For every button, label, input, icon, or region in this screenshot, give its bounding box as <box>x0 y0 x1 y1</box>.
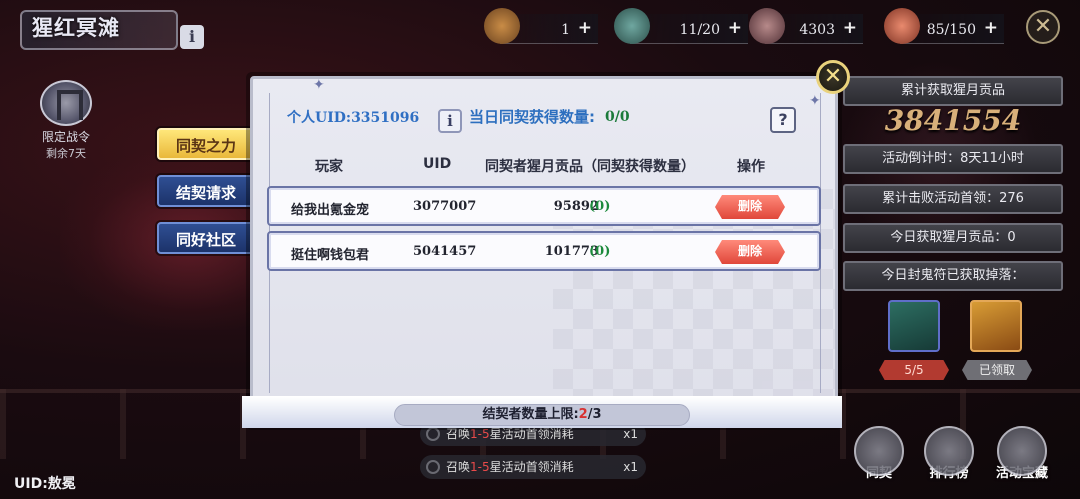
row-uid: 5041457 <box>413 244 477 259</box>
trophy-icon <box>924 426 974 476</box>
resource-ticket: 1 + <box>484 8 598 44</box>
row-uid: 3077007 <box>413 199 477 214</box>
meat-icon <box>884 8 920 44</box>
star-icon: ✦ <box>313 77 325 93</box>
resource-meat-value: 85/150 <box>926 22 976 38</box>
row-gained: (0) <box>589 199 611 214</box>
page-close-button[interactable]: ✕ <box>1026 10 1060 44</box>
star-icon: ✦ <box>809 93 821 109</box>
tribute-icon <box>749 8 785 44</box>
today-drop-label: 今日封鬼符已获取掉落： <box>843 261 1063 291</box>
resource-tribute: 4303 + <box>749 8 863 44</box>
contract-limit-label: 结契者数量上限: <box>482 407 579 422</box>
talisman-reward-count: 5/5 <box>879 360 949 380</box>
daily-count-label: 当日同契获得数量: <box>469 108 595 126</box>
contract-dialog: ✦ ✦ 个人UID:3351096 i 当日同契获得数量: 0/0 ? 玩家 U… <box>250 76 838 426</box>
resource-tribute-value: 4303 <box>799 22 835 38</box>
task-multiplier: x1 <box>623 460 638 474</box>
task-row[interactable]: 召唤1-5星活动首领消耗 x1 <box>420 455 646 479</box>
task-suffix: 星活动首领消耗 <box>489 460 574 474</box>
total-tribute-value: 3841554 <box>884 104 1022 137</box>
contract-limit: 结契者数量上限:2/3 <box>394 404 690 426</box>
contract-button[interactable]: 同契 <box>851 426 907 481</box>
tab-contract-power[interactable]: 同契之力 <box>157 128 255 160</box>
treasure-button[interactable]: 活动宝藏 <box>994 426 1050 481</box>
talisman-reward-icon[interactable] <box>888 300 940 352</box>
battle-pass-icon <box>40 80 92 126</box>
column-player: 玩家 <box>315 159 343 175</box>
task-highlight: 1-5 <box>470 460 490 474</box>
dialog-footer: 结契者数量上限:2/3 <box>242 396 842 428</box>
gold-talisman-reward-icon[interactable] <box>970 300 1022 352</box>
resource-tribute-add-button[interactable]: + <box>843 18 857 38</box>
help-button[interactable]: ? <box>770 107 796 133</box>
player-uid: UID:敖冕 <box>14 476 76 492</box>
delete-button[interactable]: 删除 <box>715 195 785 219</box>
gold-reward-claimed: 已领取 <box>962 360 1032 380</box>
tab-community[interactable]: 同好社区 <box>157 222 255 254</box>
contract-limit-current: 2 <box>578 407 588 422</box>
resource-stamina: 11/20 + <box>614 8 748 44</box>
boss-defeat-count: 累计击败活动首领：276 <box>843 184 1063 214</box>
resource-stamina-add-button[interactable]: + <box>728 18 742 38</box>
contract-icon <box>854 426 904 476</box>
total-tribute-label: 累计获取猩月贡品 <box>843 76 1063 106</box>
resource-meat: 85/150 + <box>884 8 1004 44</box>
event-countdown: 活动倒计时：8天11小时 <box>843 144 1063 174</box>
resource-ticket-add-button[interactable]: + <box>578 18 592 38</box>
daily-count-value: 0/0 <box>605 109 630 125</box>
dialog-close-button[interactable]: ✕ <box>816 60 850 94</box>
table-row: 挺住啊钱包君 5041457 101773 (0) 删除 <box>267 231 821 271</box>
row-player-name: 给我出氪金宠 <box>291 203 370 218</box>
battle-pass-label: 限定战令 <box>41 130 90 144</box>
today-tribute: 今日获取猩月贡品：0 <box>843 223 1063 253</box>
daily-info-button[interactable]: i <box>438 109 462 133</box>
stamina-icon <box>614 8 650 44</box>
ranking-button[interactable]: 排行榜 <box>921 426 977 481</box>
tab-contract-request[interactable]: 结契请求 <box>157 175 255 207</box>
column-count: 同契者猩月贡品（同契获得数量） <box>485 159 695 175</box>
row-gained: (0) <box>589 244 611 259</box>
contract-limit-max: /3 <box>587 407 602 422</box>
resource-ticket-value: 1 <box>561 22 570 38</box>
row-player-name: 挺住啊钱包君 <box>291 248 370 263</box>
resource-meat-add-button[interactable]: + <box>984 18 998 38</box>
task-prefix: 召唤 <box>446 460 471 474</box>
event-info-button[interactable]: i <box>180 25 204 49</box>
resource-stamina-value: 11/20 <box>679 22 720 38</box>
ticket-icon <box>484 8 520 44</box>
table-row: 给我出氪金宠 3077007 95892 (0) 删除 <box>267 186 821 226</box>
column-action: 操作 <box>737 159 765 175</box>
task-check-icon <box>426 460 440 474</box>
column-uid: UID <box>423 156 452 172</box>
battle-pass-remaining: 剩余7天 <box>46 147 86 160</box>
delete-button[interactable]: 删除 <box>715 240 785 264</box>
treasure-icon <box>997 426 1047 476</box>
battle-pass[interactable]: 限定战令 剩余7天 <box>36 80 96 161</box>
event-title: 猩红冥滩 <box>32 16 120 40</box>
self-uid: 个人UID:3351096 <box>287 110 420 126</box>
